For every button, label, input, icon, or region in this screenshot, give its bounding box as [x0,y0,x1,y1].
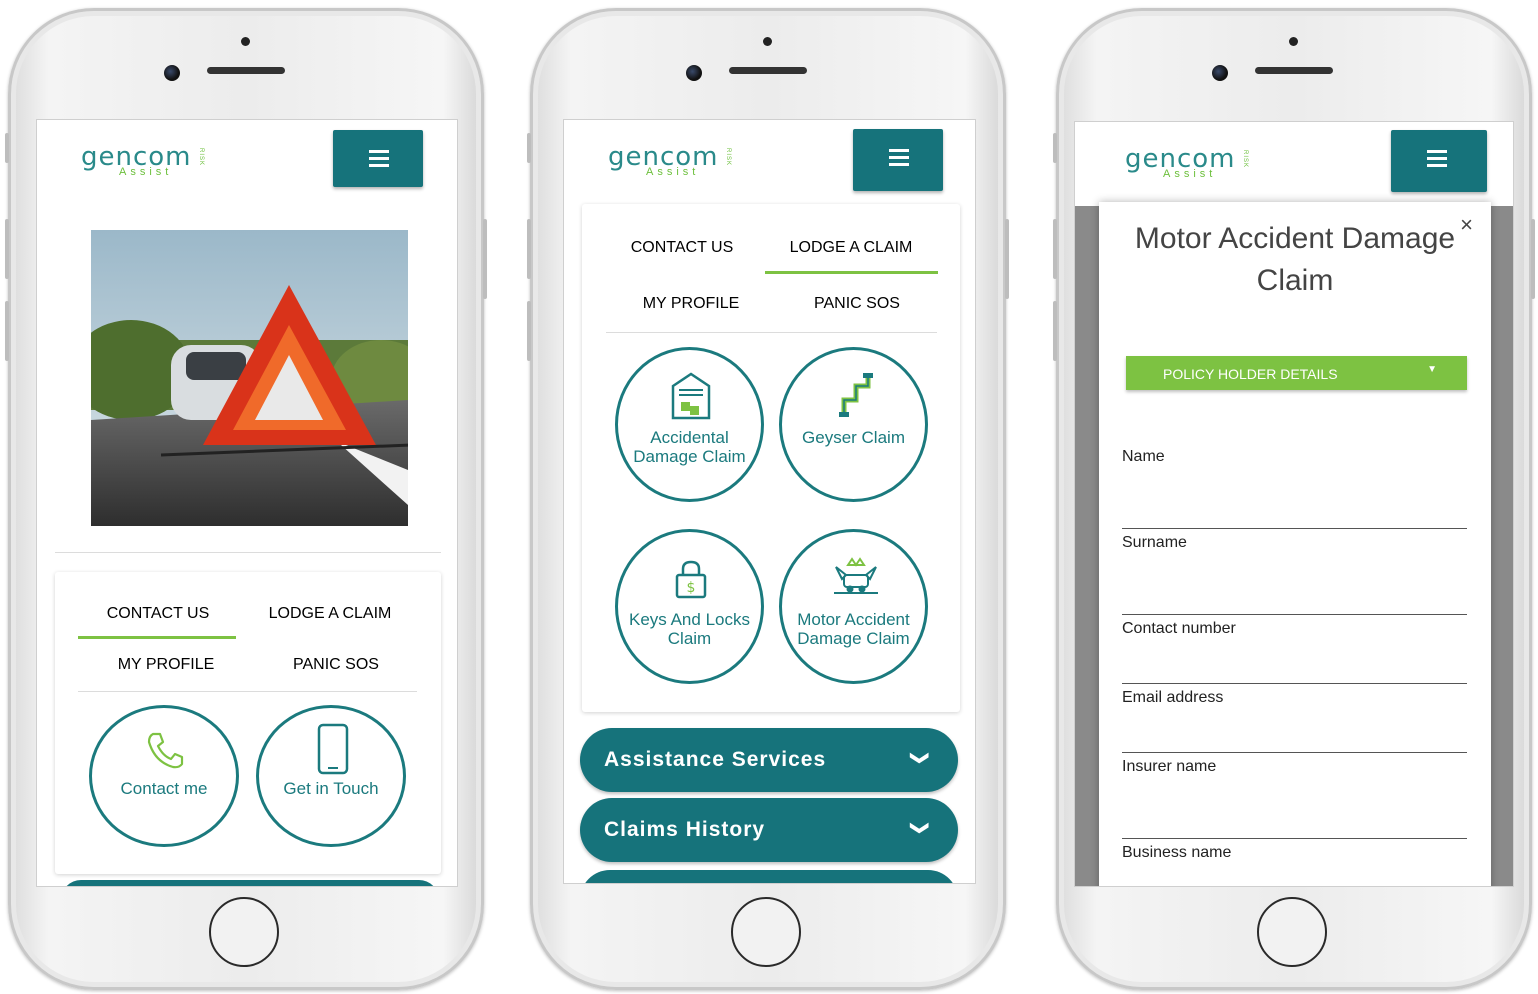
claims-card: CONTACT US LODGE A CLAIM MY PROFILE PANI… [582,204,960,712]
earpiece-speaker [729,67,807,74]
surname-label: Surname [1122,534,1187,551]
caret-down-icon: ▼ [1427,364,1437,375]
garage-icon [671,372,711,420]
accordion-peek [580,870,958,883]
sensor-dot [1289,37,1298,46]
app-header: gencom Assist RISK [1075,122,1513,206]
tab-my-profile[interactable]: MY PROFILE [91,656,241,674]
name-input[interactable] [1122,528,1467,529]
home-button[interactable] [731,897,801,967]
close-icon[interactable]: × [1460,212,1473,238]
tab-contact-us[interactable]: CONTACT US [83,605,233,623]
tab-panic-sos[interactable]: PANIC SOS [261,656,411,674]
tab-lodge-a-claim[interactable]: LODGE A CLAIM [255,605,405,623]
gencom-logo: gencom Assist RISK [608,142,731,178]
front-camera [686,65,702,81]
policy-holder-dropdown-label: POLICY HOLDER DETAILS [1163,366,1338,382]
active-tab-indicator [765,271,938,274]
home-button[interactable] [1257,897,1327,967]
modal-title: Motor Accident Damage Claim [1134,222,1456,297]
tab-panic-sos[interactable]: PANIC SOS [782,295,932,313]
claims-history-accordion[interactable]: Claims History ❯ [580,798,958,862]
keys-and-locks-claim-button[interactable]: $ Keys And Locks Claim [615,529,764,684]
email-address-input[interactable] [1122,752,1467,753]
geyser-claim-button[interactable]: Geyser Claim [779,347,928,502]
accidental-damage-claim-label: Accidental Damage Claim [633,428,746,466]
motor-accident-damage-claim-label: Motor Accident Damage Claim [797,610,910,648]
tab-lodge-a-claim[interactable]: LODGE A CLAIM [776,239,926,257]
car-crash-icon [834,557,878,594]
app-header: gencom Assist RISK [564,120,975,210]
tabs-divider [606,332,937,333]
padlock-dollar-icon: $ [675,560,707,599]
contact-me-label: Contact me [120,779,208,798]
hamburger-menu-button[interactable] [333,130,423,187]
phone-frame-1: gencom Assist RISK CONTACT US LODGE A CL… [5,8,487,990]
gencom-logo: gencom Assist RISK [1125,144,1248,180]
home-button[interactable] [209,897,279,967]
contact-number-label: Contact number [1122,620,1236,637]
accordion-peek [61,880,439,886]
screen-lodge-claim: gencom Assist RISK CONTACT US LODGE A CL… [563,119,976,884]
business-name-label: Business name [1122,844,1232,861]
app-header: gencom Assist RISK [37,120,457,210]
insurer-name-label: Insurer name [1122,758,1217,775]
keys-and-locks-claim-label: Keys And Locks Claim [629,610,750,648]
divider [55,552,441,553]
surname-input[interactable] [1122,614,1467,615]
sensor-dot [241,37,250,46]
assistance-services-label: Assistance Services [604,748,827,771]
tabs-card: CONTACT US LODGE A CLAIM MY PROFILE PANI… [55,572,441,874]
phone-frame-3: gencom Assist RISK Motor Accident Damage… [1053,8,1535,990]
gencom-logo: gencom Assist RISK [81,142,204,178]
sensor-dot [763,37,772,46]
accidental-damage-claim-button[interactable]: Accidental Damage Claim [615,347,764,502]
pipe-icon [839,373,873,417]
chevron-down-icon: ❯ [910,820,931,837]
tab-my-profile[interactable]: MY PROFILE [616,295,766,313]
hamburger-icon [369,150,389,167]
insurer-name-input[interactable] [1122,838,1467,839]
contact-me-button[interactable]: Contact me [89,705,239,847]
hamburger-menu-button[interactable] [1391,130,1487,192]
phone-frame-2: gencom Assist RISK CONTACT US LODGE A CL… [527,8,1009,990]
warning-triangle-hero-image [91,230,408,526]
active-tab-indicator [78,636,236,639]
contact-number-input[interactable] [1122,683,1467,684]
assistance-services-accordion[interactable]: Assistance Services ❯ [580,728,958,792]
chevron-down-icon: ❯ [910,750,931,767]
claims-history-label: Claims History [604,818,766,841]
phone-icon [147,732,184,769]
claim-form-modal: Motor Accident Damage Claim × POLICY HOL… [1099,202,1491,886]
hamburger-icon [889,149,909,166]
earpiece-speaker [207,67,285,74]
hamburger-menu-button[interactable] [853,129,943,191]
email-address-label: Email address [1122,689,1224,706]
screen-claim-form: gencom Assist RISK Motor Accident Damage… [1074,121,1514,887]
get-in-touch-button[interactable]: Get in Touch [256,705,406,847]
svg-text:$: $ [687,580,696,596]
tab-contact-us[interactable]: CONTACT US [607,239,757,257]
geyser-claim-label: Geyser Claim [802,428,905,447]
front-camera [1212,65,1228,81]
screen-home: gencom Assist RISK CONTACT US LODGE A CL… [36,119,458,887]
front-camera [164,65,180,81]
get-in-touch-label: Get in Touch [283,779,379,798]
hamburger-icon [1427,150,1447,167]
earpiece-speaker [1255,67,1333,74]
smartphone-icon [317,723,349,775]
motor-accident-damage-claim-button[interactable]: Motor Accident Damage Claim [779,529,928,684]
name-label: Name [1122,448,1165,465]
policy-holder-dropdown[interactable]: POLICY HOLDER DETAILS ▼ [1126,356,1467,390]
tabs-divider [78,691,417,692]
